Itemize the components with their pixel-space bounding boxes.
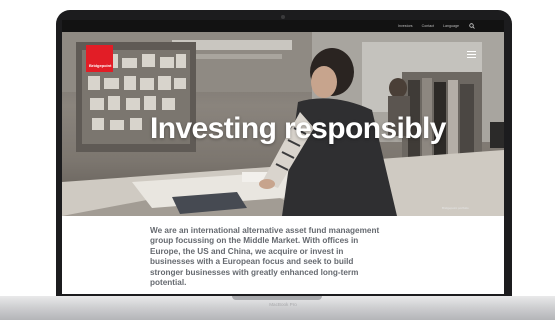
nav-link-investors[interactable]: Investors <box>398 24 413 28</box>
hero-section: Bridgepoint Investing responsibly Bridge… <box>62 32 504 216</box>
laptop-notch <box>232 296 322 300</box>
camera-dot <box>281 15 285 19</box>
nav-link-contact[interactable]: Contact <box>422 24 434 28</box>
hero-caption: Bridgepoint portfolio <box>442 206 469 210</box>
hamburger-menu-icon[interactable] <box>467 51 476 58</box>
nav-link-language[interactable]: Language <box>443 24 459 28</box>
brand-logo[interactable]: Bridgepoint <box>86 45 113 72</box>
hero-title: Investing responsibly <box>150 112 446 145</box>
search-icon[interactable] <box>468 22 476 30</box>
brand-logo-text: Bridgepoint <box>89 63 112 68</box>
device-label: MacBook Pro <box>269 302 297 307</box>
intro-paragraph: We are an international alternative asse… <box>150 226 380 288</box>
laptop-screen: Investors Contact Language Bridgepoint I… <box>62 20 504 294</box>
site-topbar: Investors Contact Language <box>62 20 504 32</box>
